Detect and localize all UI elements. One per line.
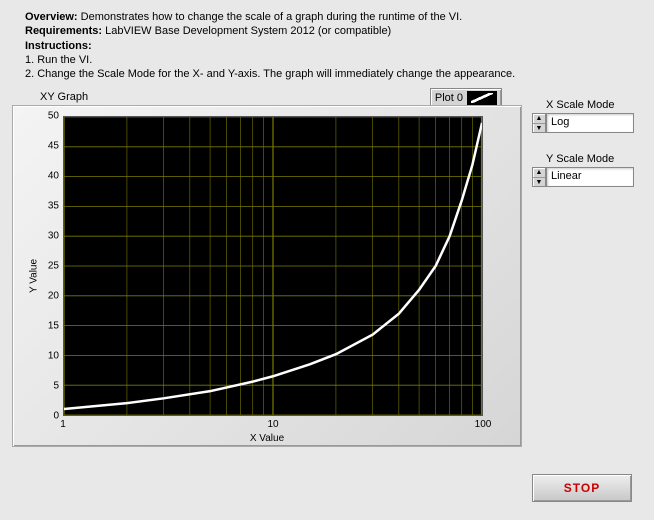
- x-scale-mode-label: X Scale Mode: [546, 99, 634, 111]
- x-tick-label: 100: [475, 419, 492, 430]
- stop-button[interactable]: STOP: [532, 474, 632, 502]
- y-tick-label: 40: [39, 171, 59, 182]
- y-tick-label: 25: [39, 261, 59, 272]
- y-tick-label: 5: [39, 381, 59, 392]
- y-tick-label: 35: [39, 201, 59, 212]
- y-tick-label: 10: [39, 351, 59, 362]
- y-tick-label: 15: [39, 321, 59, 332]
- plot-area[interactable]: [63, 116, 483, 416]
- y-scale-mode-nudger[interactable]: ▲ ▼: [532, 167, 546, 187]
- x-axis-label: X Value: [250, 433, 284, 444]
- x-scale-mode-nudger[interactable]: ▲ ▼: [532, 113, 546, 133]
- y-tick-label: 20: [39, 291, 59, 302]
- y-tick-label: 50: [39, 111, 59, 122]
- chevron-down-icon[interactable]: ▼: [533, 178, 545, 187]
- y-tick-label: 0: [39, 411, 59, 422]
- plot-line-icon: [467, 91, 497, 105]
- x-tick-label: 10: [267, 419, 278, 430]
- y-axis-label: Y Value: [29, 259, 40, 293]
- x-scale-mode-select[interactable]: Log: [546, 113, 634, 133]
- chevron-up-icon[interactable]: ▲: [533, 114, 545, 124]
- y-tick-label: 45: [39, 141, 59, 152]
- chevron-up-icon[interactable]: ▲: [533, 168, 545, 178]
- y-scale-mode-label: Y Scale Mode: [546, 153, 634, 165]
- graph-frame: Y Value X Value 0 5 10 15 20 25 30 35 40 45 50 1 10 1…: [12, 105, 522, 447]
- y-scale-mode-select[interactable]: Linear: [546, 167, 634, 187]
- legend-label: Plot 0: [435, 92, 463, 104]
- y-tick-label: 30: [39, 231, 59, 242]
- header-text: Overview: Demonstrates how to change the…: [0, 0, 654, 81]
- chevron-down-icon[interactable]: ▼: [533, 124, 545, 133]
- x-tick-label: 1: [60, 419, 66, 430]
